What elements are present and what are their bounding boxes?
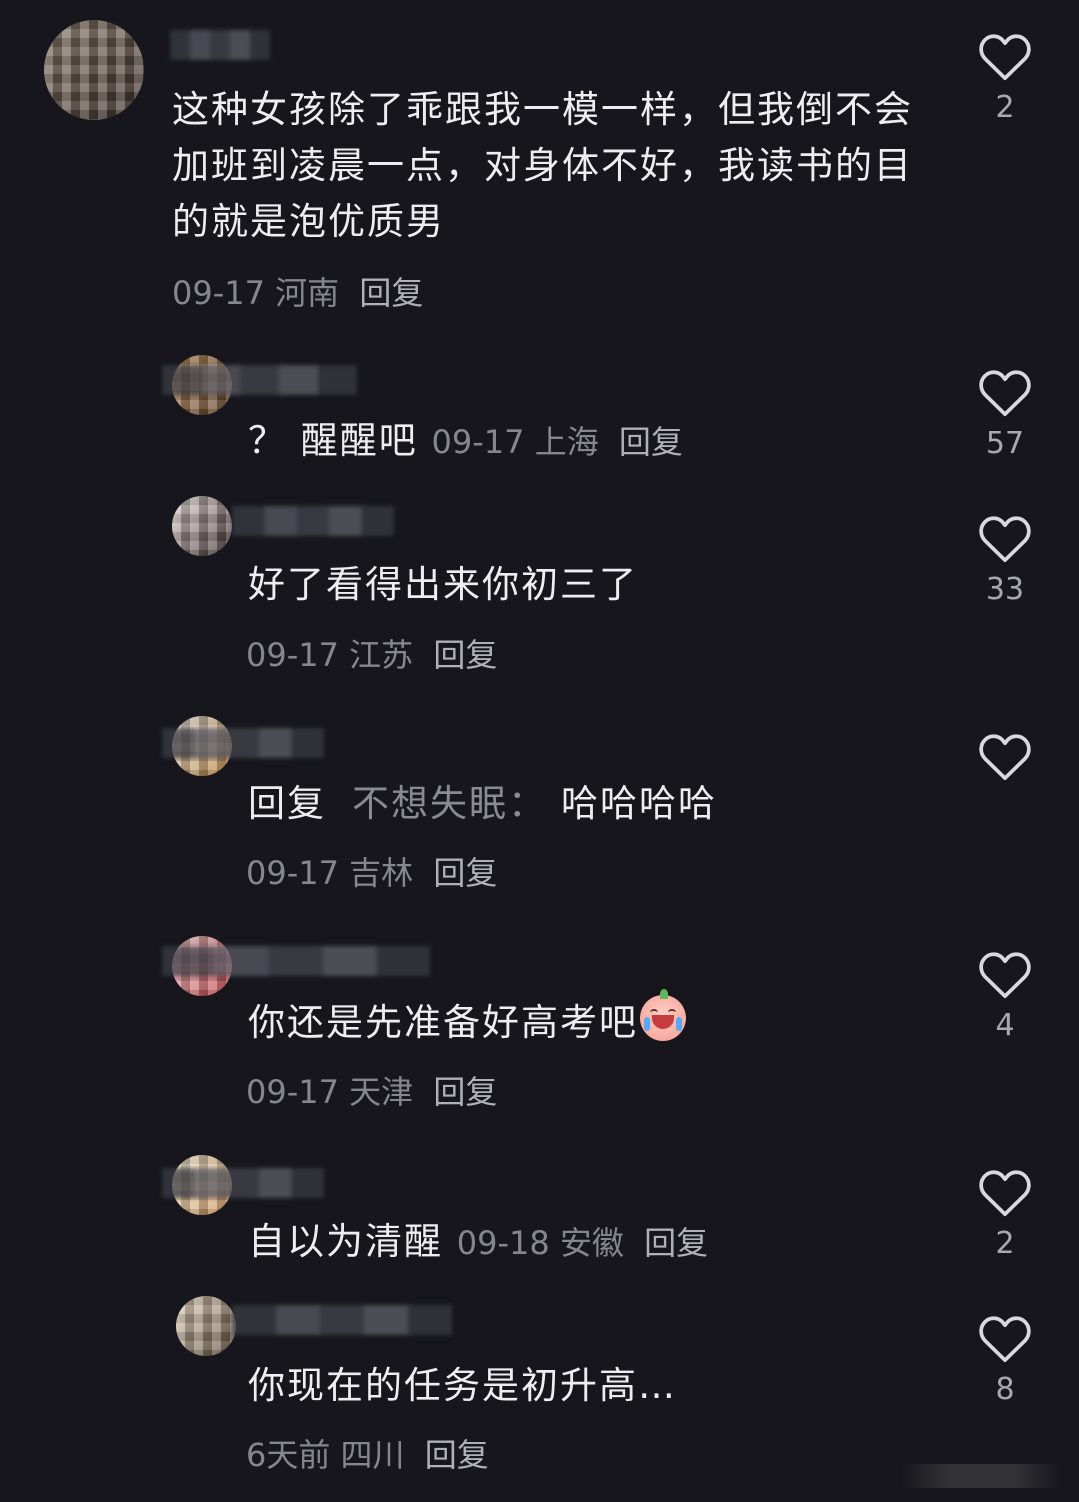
comment-meta: 09-17 上海 回复: [432, 423, 683, 461]
comment-text: 回复 不想失眠： 哈哈哈哈: [248, 782, 717, 825]
heart-outline-icon: [979, 734, 1031, 781]
avatar[interactable]: [44, 20, 144, 120]
like-button[interactable]: [977, 730, 1033, 790]
comment-location: 天津: [349, 1073, 414, 1111]
comment-text: 这种女孩除了乖跟我一模一样，但我倒不会加班到凌晨一点，对身体不好，我读书的目的就…: [172, 88, 913, 243]
like-count: 57: [985, 426, 1025, 461]
comment-date: 09-18: [456, 1224, 550, 1262]
reply-button[interactable]: 回复: [433, 854, 497, 892]
avatar[interactable]: [172, 496, 232, 556]
like-count: 8: [995, 1372, 1015, 1407]
username-blurred[interactable]: [232, 506, 394, 536]
comment-date: 09-17: [172, 274, 265, 312]
heart-outline-icon: [979, 34, 1031, 81]
comment-text: ？ 醒醒吧 09-17 上海 回复: [248, 419, 683, 462]
watermark: [901, 1464, 1061, 1488]
comment-location: 江苏: [349, 636, 414, 674]
username-blurred[interactable]: [162, 365, 357, 395]
like-button[interactable]: 33: [977, 512, 1033, 607]
heart-outline-icon: [979, 1316, 1031, 1363]
comment-date: 6天前: [246, 1436, 331, 1474]
comment-meta: 09-17 天津 回复: [246, 1067, 497, 1113]
like-count: 2: [995, 1226, 1015, 1261]
crying-laughing-emoji-icon: [640, 989, 686, 1041]
like-button[interactable]: 8: [977, 1312, 1033, 1407]
like-count: 2: [995, 90, 1015, 125]
comment-text: 好了看得出来你初三了: [248, 563, 638, 606]
like-button[interactable]: 4: [977, 948, 1033, 1043]
comment-location: 吉林: [349, 854, 414, 892]
comment-location: 上海: [534, 423, 599, 461]
like-count: 33: [985, 572, 1025, 607]
reply-button[interactable]: 回复: [433, 1073, 497, 1111]
comment-text: 自以为清醒 09-18 安徽 回复: [248, 1220, 709, 1263]
comment-date: 09-17: [246, 636, 339, 674]
comment-meta: 09-17 江苏 回复: [246, 630, 497, 676]
comment-text: 你现在的任务是初升高…: [248, 1364, 677, 1407]
like-button[interactable]: 57: [977, 366, 1033, 461]
comment-location: 安徽: [559, 1224, 624, 1262]
heart-outline-icon: [979, 370, 1031, 417]
avatar[interactable]: [176, 1296, 236, 1356]
comment-location: 河南: [275, 274, 340, 312]
like-button[interactable]: 2: [977, 30, 1033, 125]
comment-date: 09-17: [246, 1073, 339, 1111]
comment-date: 09-17: [246, 854, 339, 892]
username-blurred[interactable]: [162, 946, 430, 976]
reply-button[interactable]: 回复: [425, 1436, 489, 1474]
comment-text: 你还是先准备好高考吧: [248, 989, 686, 1051]
quoted-username[interactable]: 不想失眠：: [352, 782, 547, 825]
comment-meta: 09-17 河南 回复: [172, 268, 423, 314]
like-count: 4: [995, 1008, 1015, 1043]
username-blurred[interactable]: [162, 728, 324, 758]
reply-button[interactable]: 回复: [359, 274, 423, 312]
reply-button[interactable]: 回复: [619, 423, 683, 461]
heart-outline-icon: [979, 952, 1031, 999]
comment-location: 四川: [340, 1436, 405, 1474]
username-blurred[interactable]: [162, 1168, 324, 1198]
username-blurred[interactable]: [170, 30, 270, 60]
comment-date: 09-17: [431, 423, 525, 461]
reply-button[interactable]: 回复: [433, 636, 497, 674]
like-button[interactable]: 2: [977, 1166, 1033, 1261]
comment-meta: 09-17 吉林 回复: [246, 848, 497, 894]
username-blurred[interactable]: [232, 1305, 452, 1335]
heart-outline-icon: [979, 516, 1031, 563]
heart-outline-icon: [979, 1170, 1031, 1217]
reply-button[interactable]: 回复: [644, 1224, 708, 1262]
comment-meta: 6天前 四川 回复: [246, 1430, 489, 1476]
comment-meta: 09-18 安徽 回复: [457, 1224, 708, 1262]
